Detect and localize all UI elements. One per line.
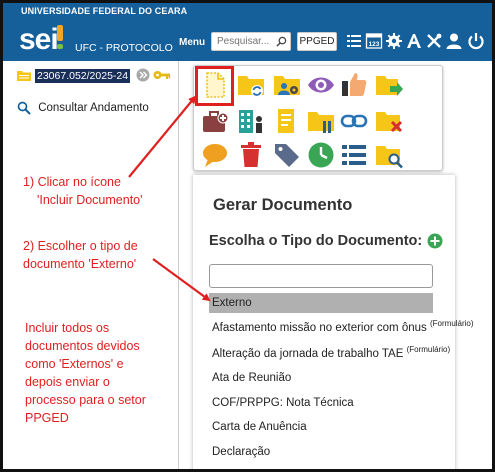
calendar-123-icon[interactable]: 123 (365, 32, 383, 50)
search-icon (17, 101, 31, 115)
tag-icon[interactable] (272, 140, 302, 170)
font-size-icon[interactable] (405, 32, 423, 50)
trash-icon[interactable] (236, 140, 266, 170)
logo-exclamation (55, 25, 65, 49)
annotation-note-line4: depois enviar o (25, 375, 110, 389)
annotation-step2-line1: 2) Escolher o tipo de (23, 239, 138, 253)
consult-history-label: Consultar Andamento (38, 102, 149, 114)
annotation-step1-line1: 1) Clicar no ícone (23, 175, 121, 189)
process-number[interactable]: 23067.052/2025-24 (35, 69, 131, 83)
highlight-box (195, 66, 234, 106)
header-bar: sei UFC - PROTOCOLO Menu PPGED 123 (3, 21, 492, 61)
generate-document-panel: Gerar Documento Escolha o Tipo do Docume… (193, 175, 474, 469)
type-item-label: Externo (212, 297, 252, 309)
annotation-note-line5: processo para o setor (25, 393, 146, 407)
university-bar: UNIVERSIDADE FEDERAL DO CEARA (3, 3, 492, 21)
type-item-label: Declaração (212, 446, 271, 458)
annotation-note-line1: Incluir todos os (25, 321, 110, 335)
type-item-label: Afastamento missão no exterior com ônus (212, 322, 427, 334)
type-item-externo[interactable]: Externo (209, 293, 433, 313)
type-item-declaracao[interactable]: Declaração (209, 442, 433, 462)
folder-icon (17, 71, 31, 81)
svg-text:123: 123 (369, 41, 380, 48)
panel-title: Gerar Documento (213, 196, 353, 214)
annotation-note-line6: PPGED (25, 411, 69, 425)
folder-users-icon[interactable] (272, 70, 302, 100)
arrow-circle-icon[interactable] (136, 68, 150, 82)
document-type-input[interactable] (210, 265, 432, 287)
folder-send-icon[interactable] (374, 70, 404, 100)
annotation-note-line3: como 'Externos' e (25, 357, 124, 371)
power-icon[interactable] (467, 32, 485, 50)
sei-logo[interactable]: sei (19, 25, 59, 55)
briefcase-add-icon[interactable] (200, 106, 230, 136)
list-icon[interactable] (339, 140, 369, 170)
user-icon[interactable] (445, 32, 463, 50)
building-person-icon[interactable] (236, 106, 266, 136)
type-item-carta-anuencia[interactable]: Carta de Anuência (209, 417, 433, 437)
search-input[interactable] (212, 33, 276, 50)
key-icon[interactable] (153, 69, 171, 81)
type-item-tag: (Formulário) (429, 319, 474, 328)
annotation-step1-line2: 'Incluir Documento' (37, 193, 143, 207)
list-icon[interactable] (345, 32, 363, 50)
document-type-filter[interactable] (209, 264, 433, 288)
type-item-label: COF/PRPPG: Nota Técnica (212, 397, 354, 409)
consult-history-link[interactable]: Consultar Andamento (17, 101, 149, 115)
plus-icon[interactable] (427, 233, 443, 249)
annotation-step2-line2: documento 'Externo' (23, 257, 137, 271)
annotation-step2: 2) Escolher o tipo de documento 'Externo… (23, 237, 138, 273)
link-icon[interactable] (339, 106, 369, 136)
annotation-note: Incluir todos os documentos devidos como… (25, 319, 146, 427)
comment-icon[interactable] (200, 140, 230, 170)
type-item-label: Carta de Anuência (212, 421, 307, 433)
folder-search-icon[interactable] (374, 140, 404, 170)
note-pin-icon[interactable] (272, 106, 302, 136)
panel-subtitle: Escolha o Tipo do Documento: (209, 233, 423, 249)
thumb-icon[interactable] (339, 70, 369, 100)
type-item-label: Ata de Reunião (212, 372, 292, 384)
folder-close-icon[interactable] (374, 106, 404, 136)
type-item-cof-nota-tecnica[interactable]: COF/PRPPG: Nota Técnica (209, 393, 433, 413)
type-item-label: Alteração da jornada de trabalho TAE (212, 348, 404, 360)
folder-pause-icon[interactable] (306, 106, 336, 136)
search-box[interactable] (211, 32, 291, 51)
type-item-tag: (Formulário) (406, 345, 451, 354)
type-item-afastamento[interactable]: Afastamento missão no exterior com ônus … (209, 318, 474, 338)
annotation-note-line2: documentos devidos (25, 339, 140, 353)
gear-icon[interactable] (385, 32, 403, 50)
annotation-step1: 1) Clicar no ícone 'Incluir Documento' (23, 173, 143, 209)
tools-icon[interactable] (425, 32, 443, 50)
type-item-alteracao-jornada[interactable]: Alteração da jornada de trabalho TAE (Fo… (209, 344, 450, 364)
screenshot-frame: UNIVERSIDADE FEDERAL DO CEARA sei UFC - … (0, 0, 495, 472)
unit-name: UFC - PROTOCOLO (75, 42, 173, 54)
unit-selector-button[interactable]: PPGED (297, 32, 337, 51)
search-icon[interactable] (276, 36, 287, 47)
menu-button[interactable]: Menu (179, 37, 205, 48)
type-item-ata-reuniao[interactable]: Ata de Reunião (209, 368, 433, 388)
folder-refresh-icon[interactable] (236, 70, 266, 100)
eye-icon[interactable] (306, 70, 336, 100)
clock-icon[interactable] (306, 140, 336, 170)
university-name: UNIVERSIDADE FEDERAL DO CEARA (21, 6, 188, 16)
